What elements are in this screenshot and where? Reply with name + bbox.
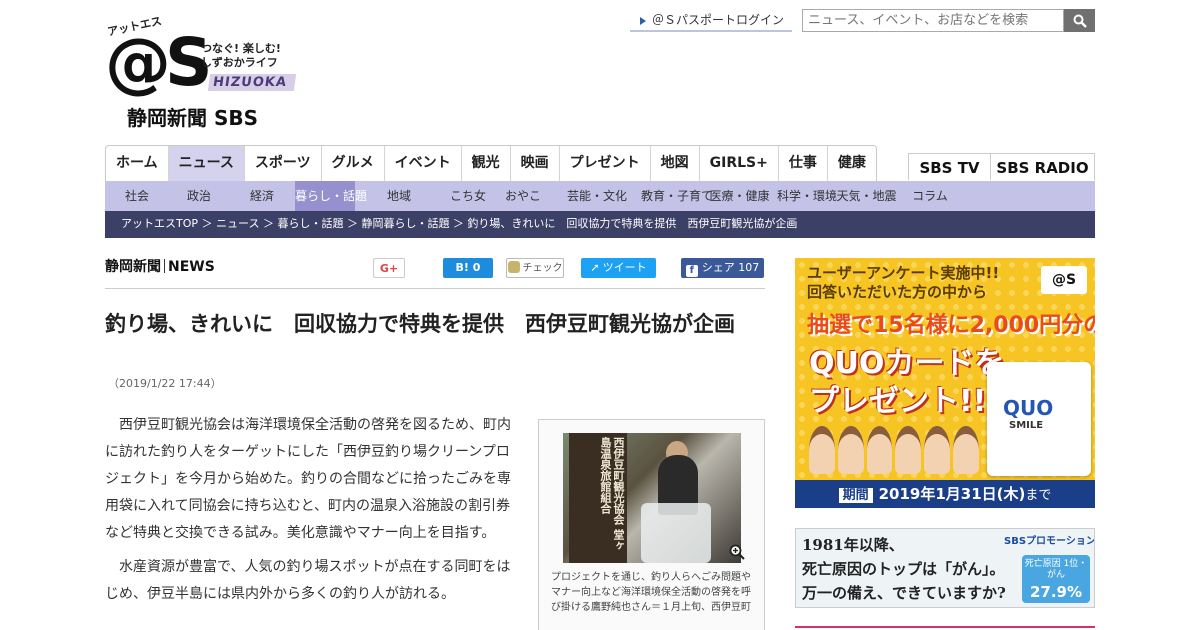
logo-mark: @S — [105, 24, 213, 101]
login-label: ＠Ｓパスポートログイン — [652, 13, 785, 27]
ad2-line-3: 万一の備え、できていますか? — [802, 584, 1006, 602]
ad-site-logo: @S — [1041, 266, 1087, 294]
main-nav: ホーム ニュース スポーツ グルメ イベント 観光 映画 プレゼント 地図 GIRLS+ 仕事 健康 — [105, 145, 877, 181]
ad-period-date: 2019年1月31日(木) — [878, 485, 1026, 503]
ad-period-label: 期間 — [838, 488, 873, 503]
subnav-item[interactable]: 政治 — [169, 181, 229, 211]
subnav-item[interactable]: 経済 — [229, 181, 295, 211]
nav-item[interactable]: 地図 — [651, 146, 700, 181]
ad-prize-text: 抽選で15名様に2,000円分の — [807, 313, 1095, 338]
twitter-icon: ➚ — [590, 261, 600, 274]
ad-quo-line-2: プレゼント!! — [809, 384, 987, 419]
subnav-item[interactable]: 天気・地震 — [833, 181, 900, 211]
subnav-item[interactable]: 暮らし・話題 — [295, 181, 367, 211]
insurance-ad-banner[interactable]: 1981年以降、 死亡原因のトップは「がん」。 万一の備え、できていますか? S… — [795, 528, 1095, 608]
news-source-suffix: NEWS — [168, 259, 215, 275]
subnav-item[interactable]: 芸能・文化 — [553, 181, 641, 211]
ad-period-suffix: まで — [1025, 488, 1052, 503]
breadcrumb[interactable]: アットエスTOP ＞ ニュース ＞ 暮らし・話題 ＞ 静岡暮らし・話題 ＞ 釣り… — [105, 211, 1095, 238]
site-logo[interactable]: アットエス @S つなぐ! 楽しむ! しずおかライフ HIZUOKA 静岡新聞 … — [105, 14, 297, 130]
subnav-item[interactable]: 社会 — [105, 181, 169, 211]
search-button[interactable] — [1064, 9, 1095, 32]
article-title: 釣り場、きれいに 回収協力で特典を提供 西伊豆町観光協が企画 — [105, 312, 735, 336]
nav-item[interactable]: 観光 — [462, 146, 511, 181]
article-photo[interactable]: 西伊豆町観光協会 堂ヶ島温泉旅館組合 — [563, 433, 741, 563]
quo-card-image: QUO SMILE — [987, 362, 1091, 476]
news-source-logo: 静岡新聞 NEWS — [105, 256, 215, 276]
logo-region: HIZUOKA — [207, 74, 297, 91]
article-paragraph: 西伊豆町観光協会は海洋環境保全活動の啓発を図るため、町内に訪れた釣り人をターゲッ… — [105, 417, 511, 541]
ad2-stat-badge: 死亡原因 1位・がん 27.9% — [1022, 555, 1090, 603]
sbs-radio-link[interactable]: SBS RADIO — [990, 153, 1095, 180]
mixi-icon — [507, 261, 520, 273]
photo-caption: プロジェクトを通じ、釣り人らへごみ問題やマナー向上など海洋環境保全活動の啓発を呼… — [551, 572, 751, 613]
search-icon — [1073, 14, 1087, 28]
subnav-item[interactable]: 医療・健康 — [702, 181, 777, 211]
ad2-stat-value: 27.9% — [1029, 583, 1083, 601]
article-body: 西伊豆町観光協会は海洋環境保全活動の啓発を図るため、町内に訪れた釣り人をターゲッ… — [105, 412, 515, 615]
nav-item[interactable]: スポーツ — [245, 146, 322, 181]
mixi-check-label: チェック — [522, 263, 563, 274]
ad2-stat-label: 死亡原因 1位・がん — [1024, 559, 1088, 580]
logo-divider — [164, 259, 165, 273]
ad2-brand: SBSプロモーション — [1004, 536, 1095, 547]
ad2-line-1: 1981年以降、 — [802, 536, 904, 554]
logo-tagline-2: しずおかライフ — [201, 56, 278, 69]
nav-item[interactable]: 映画 — [511, 146, 560, 181]
ad-headline-2: 回答いただいた方の中から — [807, 283, 988, 301]
site-search — [802, 9, 1095, 32]
next-ad-banner[interactable] — [795, 626, 1095, 630]
ad-headline-1: ユーザーアンケート実施中!! — [807, 264, 1000, 282]
nav-item[interactable]: 健康 — [828, 146, 876, 181]
article-paragraph: 水産資源が豊富で、人気の釣り場スポットが点在する同町をはじめ、伊豆半島には県内外… — [105, 559, 511, 602]
facebook-share-label: シェア 107 — [701, 261, 760, 274]
ad-period: 期間 2019年1月31日(木)まで — [795, 480, 1095, 508]
logo-paper-name: 静岡新聞 SBS — [127, 106, 259, 130]
photo-signboard: 西伊豆町観光協会 堂ヶ島温泉旅館組合 — [569, 433, 627, 563]
nav-item[interactable]: イベント — [385, 146, 462, 181]
zoom-icon[interactable] — [729, 544, 745, 560]
passport-login-link[interactable]: ＠Ｓパスポートログイン — [630, 9, 792, 32]
survey-ad-banner[interactable]: ユーザーアンケート実施中!! 回答いただいた方の中から @S 抽選で15名様に2… — [795, 258, 1095, 508]
hatena-bookmark-button[interactable]: B! 0 — [443, 258, 493, 278]
sbs-tv-link[interactable]: SBS TV — [908, 153, 990, 180]
nav-item[interactable]: ホーム — [106, 146, 169, 181]
search-input[interactable] — [802, 9, 1064, 32]
subnav-item[interactable]: おやこ — [493, 181, 553, 211]
triangle-arrow-icon — [640, 16, 646, 25]
subnav-item[interactable]: 地域 — [355, 181, 443, 211]
nav-item[interactable]: グルメ — [322, 146, 385, 181]
ad-people-illustration — [809, 426, 979, 474]
nav-item[interactable]: 仕事 — [779, 146, 828, 181]
news-source-name: 静岡新聞 — [105, 259, 161, 275]
facebook-icon: f — [685, 265, 698, 277]
article-date: （2019/1/22 17:44） — [108, 377, 222, 390]
facebook-share-button[interactable]: f シェア 107 — [681, 258, 764, 278]
mixi-check-button[interactable]: チェック — [506, 258, 564, 278]
nav-item[interactable]: ニュース — [168, 146, 245, 181]
subnav-item[interactable]: こち女 — [443, 181, 493, 211]
nav-item[interactable]: GIRLS+ — [700, 146, 779, 181]
photo-garbage-bag — [641, 503, 711, 563]
subnav-item[interactable]: 科学・環境 — [777, 181, 837, 211]
quo-card-sub: SMILE — [1009, 420, 1044, 431]
ad2-line-2: 死亡原因のトップは「がん」。 — [802, 560, 1005, 578]
nav-item[interactable]: プレゼント — [560, 146, 651, 181]
article-photo-box[interactable]: 西伊豆町観光協会 堂ヶ島温泉旅館組合 プロジェクトを通じ、釣り人らへごみ問題やマ… — [538, 419, 765, 630]
tweet-label: ツイート — [602, 261, 647, 274]
divider — [105, 288, 765, 289]
ad-headline: ユーザーアンケート実施中!! 回答いただいた方の中から — [807, 264, 999, 302]
subnav-item[interactable]: コラム — [900, 181, 960, 211]
tweet-button[interactable]: ➚ ツイート — [581, 258, 656, 278]
quo-card-brand: QUO — [1003, 396, 1054, 420]
subnav-item[interactable]: 教育・子育て — [641, 181, 713, 211]
google-plus-button[interactable]: G+ — [373, 258, 405, 278]
sub-nav: 社会 政治 経済 暮らし・話題 地域 こち女 おやこ 芸能・文化 教育・子育て 医療・健康 科学・環… — [105, 181, 1095, 211]
